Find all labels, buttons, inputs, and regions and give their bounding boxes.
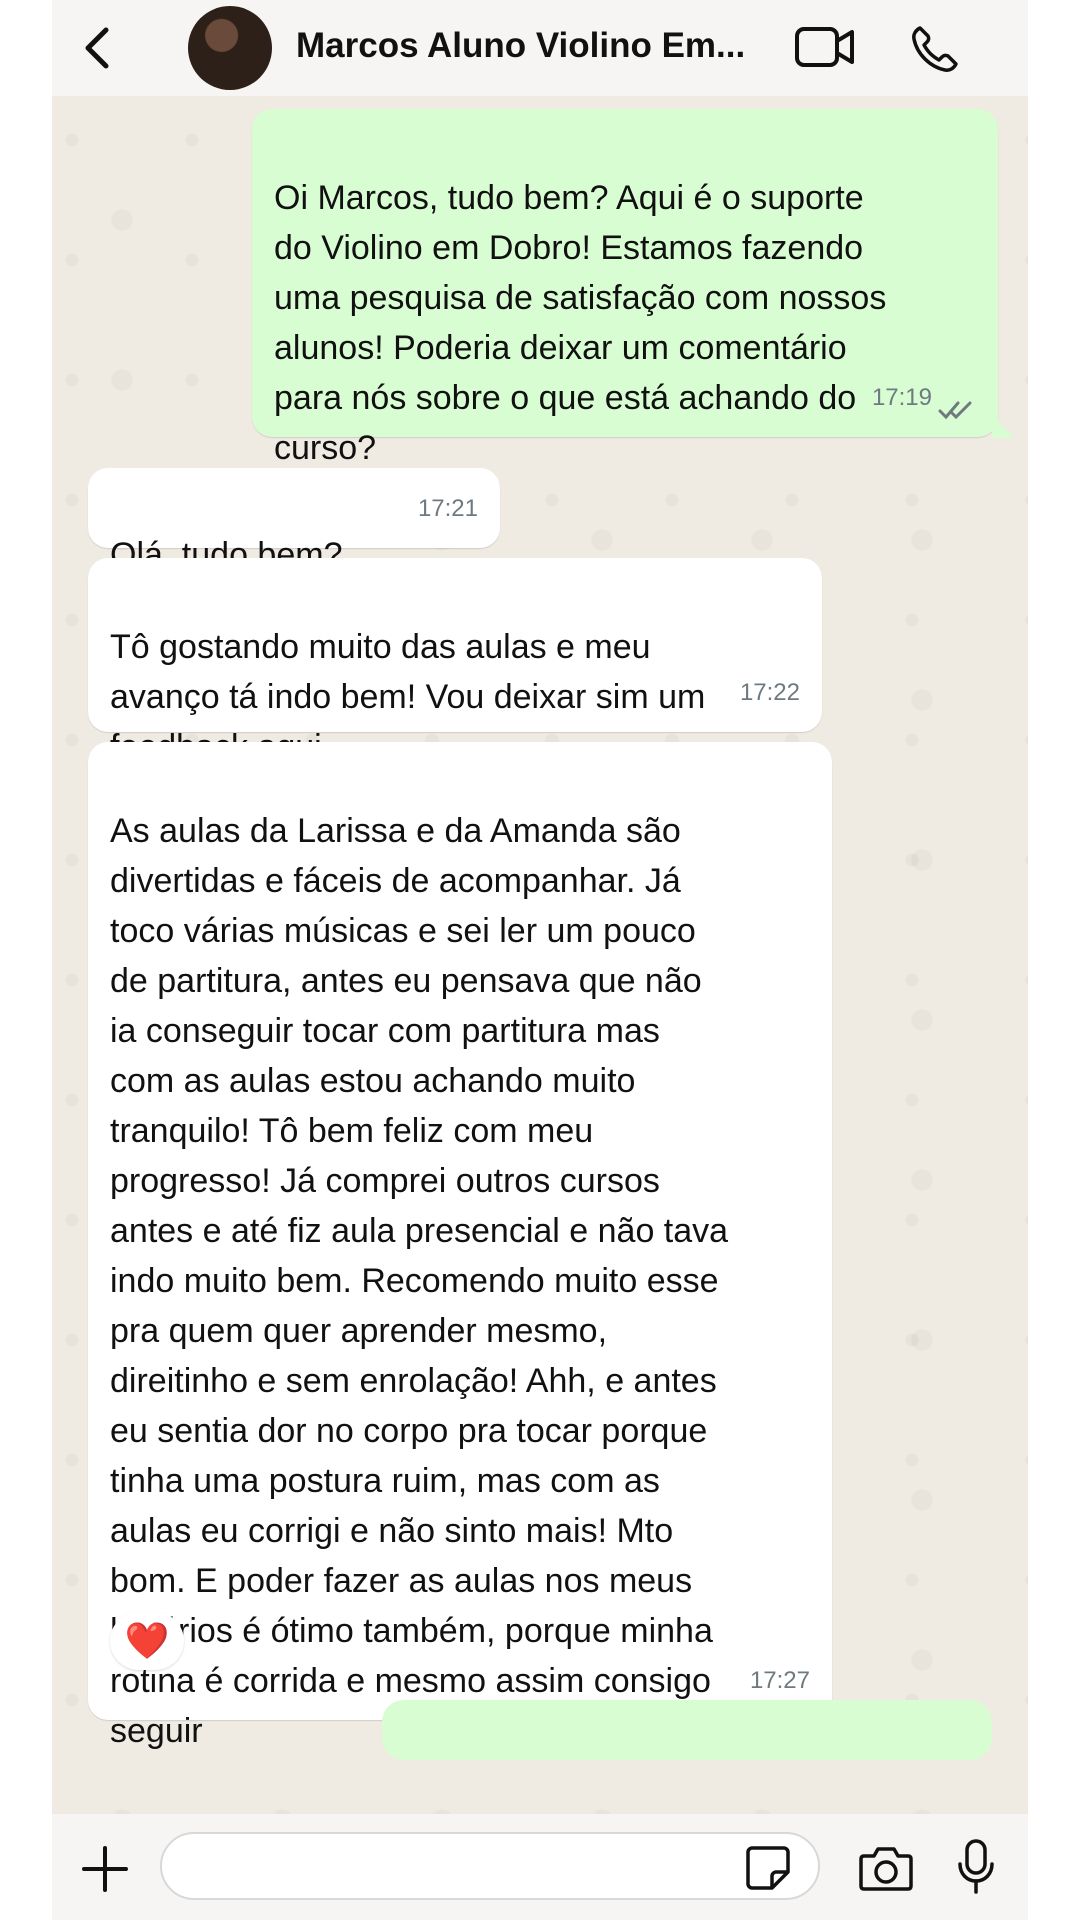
message-bubble-incoming[interactable]: Olá, tudo bem? 17:21 <box>88 468 500 574</box>
bubble-tail <box>992 414 1014 438</box>
message-bubble-incoming[interactable]: Tô gostando muito das aulas e meu avanço… <box>88 558 822 766</box>
microphone-icon <box>958 1839 994 1894</box>
attach-button[interactable] <box>80 1844 130 1894</box>
contact-name[interactable]: Marcos Aluno Violino Em... <box>296 26 816 66</box>
sticker-icon <box>746 1846 790 1890</box>
message-text: As aulas da Larissa e da Amanda são dive… <box>110 812 729 1750</box>
message-text: Oi Marcos, tudo bem? Aqui é o suporte do… <box>274 179 887 467</box>
microphone-button[interactable] <box>956 1838 996 1896</box>
chevron-left-icon <box>85 27 109 69</box>
message-bubble-outgoing[interactable]: Oi Marcos, tudo bem? Aqui é o suporte do… <box>252 109 998 467</box>
read-receipt-icon <box>938 401 972 420</box>
camera-button[interactable] <box>858 1844 914 1892</box>
plus-icon <box>82 1846 128 1892</box>
sticker-button[interactable] <box>744 1844 792 1892</box>
contact-avatar[interactable] <box>188 6 272 90</box>
voice-call-button[interactable] <box>910 24 960 74</box>
back-button[interactable] <box>76 22 120 74</box>
camera-icon <box>859 1847 913 1891</box>
message-time: 17:27 <box>749 1667 810 1694</box>
phone-icon <box>912 26 958 72</box>
heart-icon: ❤️ <box>124 1620 170 1661</box>
message-bubble-incoming[interactable]: As aulas da Larissa e da Amanda são dive… <box>88 742 832 1750</box>
message-time: 17:22 <box>739 679 800 706</box>
chat-screen: Marcos Aluno Violino Em... Oi Marcos, tu… <box>52 0 1028 1920</box>
message-time: 17:21 <box>417 495 478 522</box>
video-camera-icon <box>795 27 854 67</box>
message-input[interactable] <box>160 1832 820 1900</box>
message-composer <box>52 1814 1028 1920</box>
heart-reaction-badge[interactable]: ❤️ <box>110 1612 184 1670</box>
message-list[interactable]: Oi Marcos, tudo bem? Aqui é o suporte do… <box>52 96 1028 1816</box>
chat-header: Marcos Aluno Violino Em... <box>52 0 1028 96</box>
message-bubble-outgoing-partial <box>382 1700 992 1760</box>
message-time: 17:19 <box>871 384 932 411</box>
video-call-button[interactable] <box>794 24 856 70</box>
